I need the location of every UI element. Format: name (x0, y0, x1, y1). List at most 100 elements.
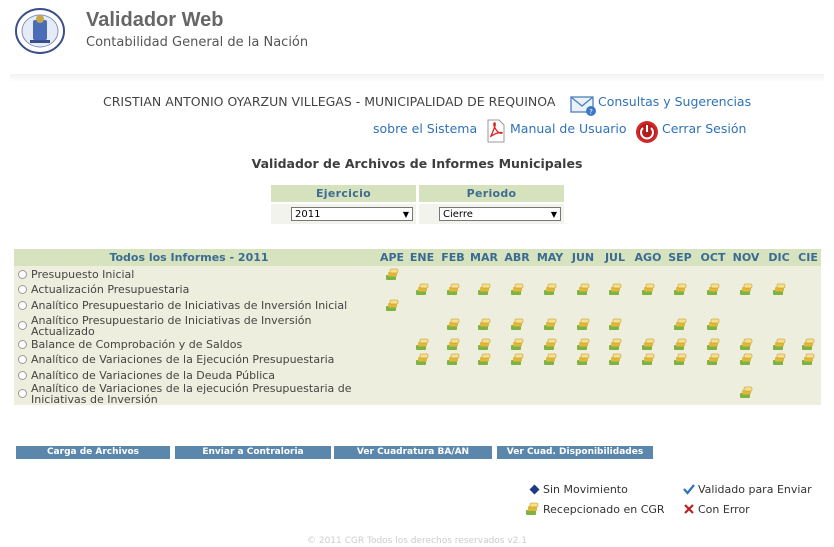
report-label: Analítico Presupuestario de Iniciativas … (31, 299, 348, 312)
cerrar-sesion-link[interactable]: Cerrar Sesión (662, 121, 746, 136)
received-stack-icon[interactable] (576, 353, 591, 366)
received-stack-icon[interactable] (772, 283, 787, 296)
checkmark-icon (683, 484, 695, 495)
received-stack-icon[interactable] (801, 338, 816, 351)
received-stack-icon[interactable] (739, 283, 754, 296)
received-stack-icon[interactable] (706, 318, 721, 331)
received-stack-icon[interactable] (415, 338, 430, 351)
error-x-icon (684, 504, 694, 514)
month-header: ABR (504, 251, 530, 264)
month-header: AGO (634, 251, 662, 264)
received-stack-icon[interactable] (415, 353, 430, 366)
received-stack-icon[interactable] (385, 268, 400, 281)
report-radio[interactable] (18, 301, 27, 310)
received-stack-icon[interactable] (673, 338, 688, 351)
manual-usuario-link[interactable]: Manual de Usuario (510, 121, 627, 136)
ver-cuadratura-button[interactable]: Ver Cuadratura BA/AN (334, 446, 492, 459)
report-radio[interactable] (18, 270, 27, 279)
received-stack-icon[interactable] (673, 353, 688, 366)
received-stack-icon[interactable] (739, 386, 754, 399)
periodo-select[interactable]: Cierre ▼ (439, 207, 561, 221)
received-stack-icon[interactable] (801, 353, 816, 366)
received-stack-icon[interactable] (543, 353, 558, 366)
received-stack-icon[interactable] (477, 353, 492, 366)
periodo-label: Periodo (419, 185, 564, 202)
carga-archivos-button[interactable]: Carga de Archivos (16, 446, 170, 459)
report-label: Actualización Presupuestaria (31, 283, 190, 296)
received-stack-icon[interactable] (706, 283, 721, 296)
received-stack-icon[interactable] (739, 353, 754, 366)
reports-table: Todos los Informes - 2011 APE ENE FEB MAR AB… (14, 249, 821, 405)
periodo-box: Cierre ▼ (419, 204, 564, 224)
received-stack-icon[interactable] (576, 283, 591, 296)
report-radio[interactable] (18, 321, 27, 330)
legend-con-error: Con Error (698, 503, 750, 516)
received-stack-icon[interactable] (608, 318, 623, 331)
received-stack-icon[interactable] (477, 318, 492, 331)
received-stack-icon[interactable] (608, 283, 623, 296)
chevron-down-icon: ▼ (402, 210, 409, 219)
ejercicio-select[interactable]: 2011 ▼ (291, 207, 413, 221)
report-radio[interactable] (18, 389, 27, 398)
received-stack-icon[interactable] (641, 338, 656, 351)
received-stack-icon[interactable] (772, 338, 787, 351)
report-radio[interactable] (18, 355, 27, 364)
report-radio[interactable] (18, 340, 27, 349)
month-header: FEB (441, 251, 465, 264)
user-info: CRISTIAN ANTONIO OYARZUN VILLEGAS - MUNI… (103, 94, 556, 109)
received-stack-icon[interactable] (641, 353, 656, 366)
received-stack-icon[interactable] (510, 353, 525, 366)
report-label-line2: Iniciativas de Inversión (31, 393, 158, 406)
month-header: CIE (798, 251, 818, 264)
received-stack-icon[interactable] (446, 283, 461, 296)
received-stack-icon[interactable] (673, 318, 688, 331)
received-stack-icon[interactable] (576, 318, 591, 331)
app-title: Validador Web (86, 9, 224, 31)
received-stack-icon[interactable] (576, 338, 591, 351)
received-stack-icon (526, 502, 539, 515)
received-stack-icon[interactable] (477, 283, 492, 296)
received-stack-icon[interactable] (446, 338, 461, 351)
received-stack-icon[interactable] (510, 318, 525, 331)
consultas-link[interactable]: Consultas y Sugerencias (598, 94, 751, 109)
ejercicio-box: 2011 ▼ (271, 204, 416, 224)
received-stack-icon[interactable] (446, 318, 461, 331)
received-stack-icon[interactable] (543, 318, 558, 331)
section-title: Validador de Archivos de Informes Munici… (251, 156, 583, 171)
report-radio[interactable] (18, 285, 27, 294)
received-stack-icon[interactable] (385, 299, 400, 312)
received-stack-icon[interactable] (739, 338, 754, 351)
received-stack-icon[interactable] (608, 353, 623, 366)
month-header: SEP (668, 251, 692, 264)
received-stack-icon[interactable] (510, 283, 525, 296)
report-radio[interactable] (18, 371, 27, 380)
report-label-line2: Actualizado (31, 325, 95, 338)
report-label: Presupuesto Inicial (31, 268, 135, 281)
month-header: APE (379, 251, 405, 264)
table-header: Todos los Informes - 2011 APE ENE FEB MAR AB… (14, 249, 821, 266)
month-header: ENE (409, 251, 435, 264)
received-stack-icon[interactable] (446, 353, 461, 366)
cgr-seal-logo (15, 8, 65, 54)
received-stack-icon[interactable] (673, 283, 688, 296)
received-stack-icon[interactable] (772, 353, 787, 366)
received-stack-icon[interactable] (415, 283, 430, 296)
month-header: MAR (470, 251, 498, 264)
ver-cuad-disponibilidades-button[interactable]: Ver Cuad. Disponibilidades (497, 446, 653, 459)
received-stack-icon[interactable] (543, 338, 558, 351)
sobre-sistema-link[interactable]: sobre el Sistema (373, 121, 477, 136)
month-header: JUN (571, 251, 595, 264)
received-stack-icon[interactable] (641, 283, 656, 296)
received-stack-icon[interactable] (510, 338, 525, 351)
received-stack-icon[interactable] (706, 338, 721, 351)
received-stack-icon[interactable] (543, 283, 558, 296)
month-header: MAY (536, 251, 564, 264)
legend-sin-movimiento: Sin Movimiento (543, 483, 628, 496)
table-title: Todos los Informes - 2011 (109, 251, 269, 264)
enviar-contraloria-button[interactable]: Enviar a Contraloria (175, 446, 331, 459)
received-stack-icon[interactable] (477, 338, 492, 351)
received-stack-icon[interactable] (608, 338, 623, 351)
report-label: Analítico de Variaciones de la Deuda Púb… (31, 369, 276, 382)
app-subtitle: Contabilidad General de la Nación (86, 35, 309, 50)
received-stack-icon[interactable] (706, 353, 721, 366)
